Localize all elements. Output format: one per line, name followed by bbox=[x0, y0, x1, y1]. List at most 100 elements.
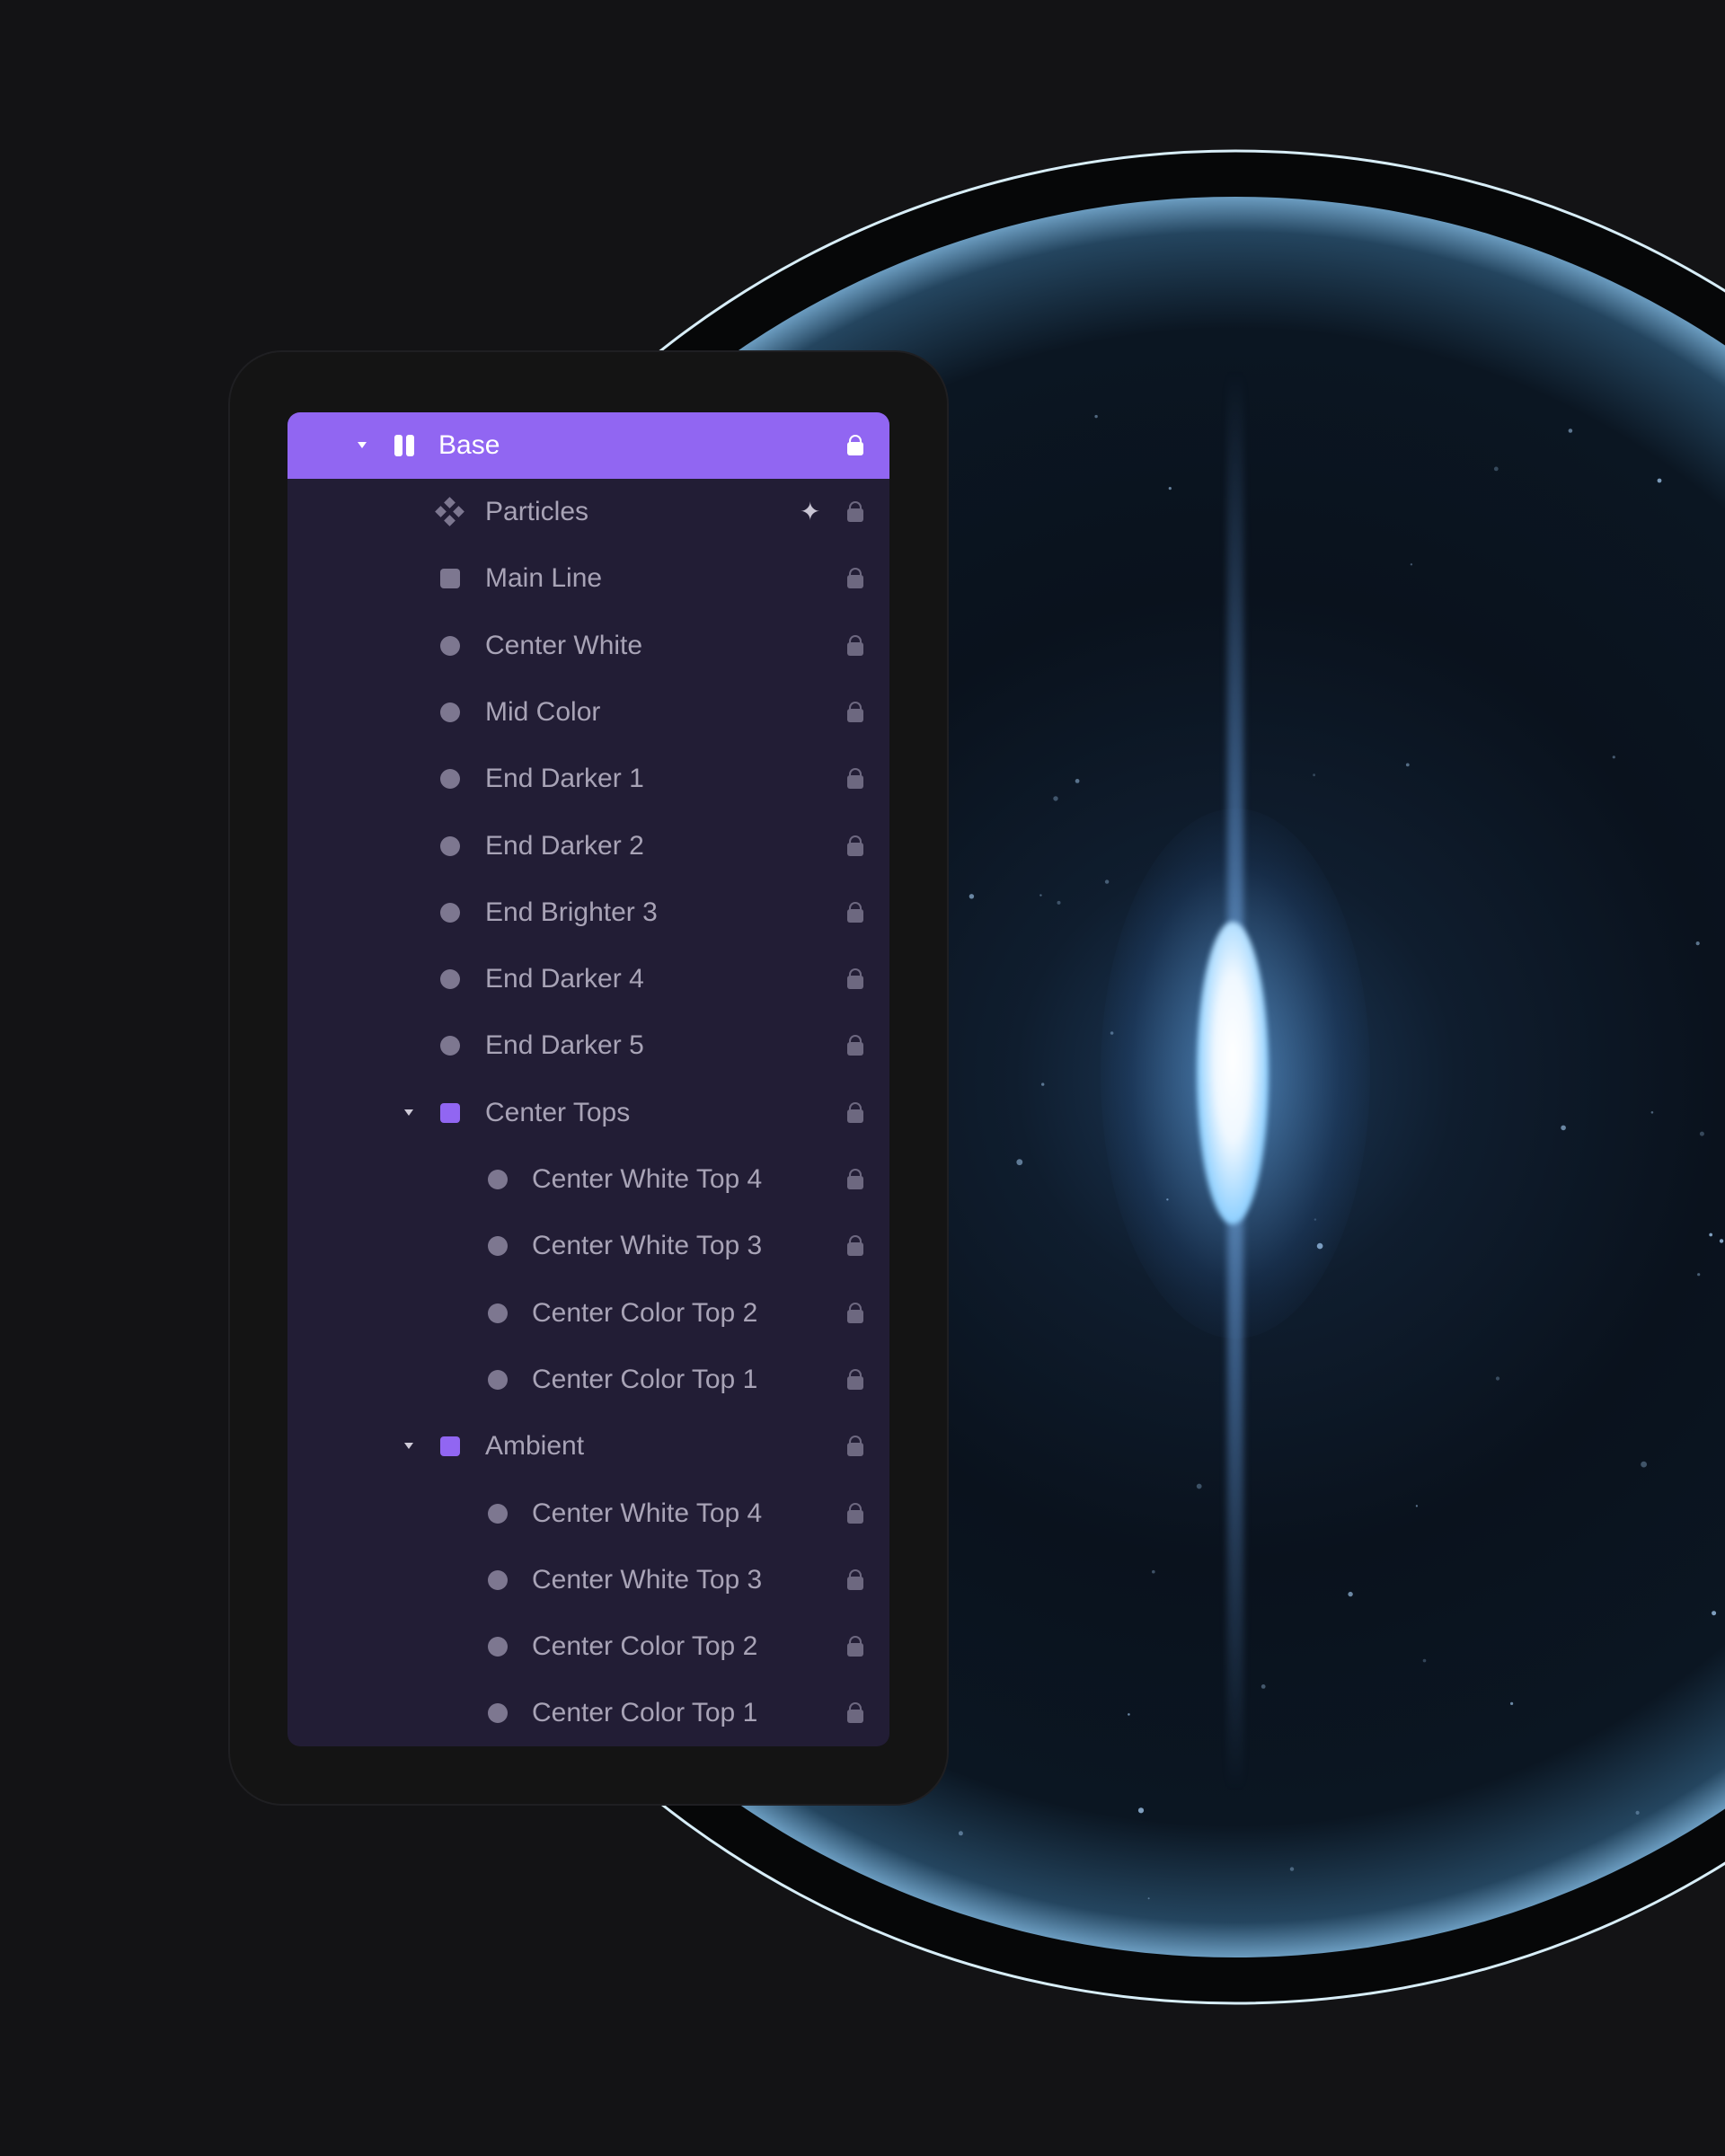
caret-down-icon[interactable] bbox=[358, 442, 367, 448]
layer-row-base[interactable]: Base bbox=[288, 412, 889, 479]
lock-icon[interactable] bbox=[847, 501, 863, 523]
star bbox=[1719, 1239, 1724, 1243]
circle-icon bbox=[488, 1637, 508, 1657]
circle-icon bbox=[440, 1036, 460, 1056]
lock-icon[interactable] bbox=[847, 1636, 863, 1657]
layer-row[interactable]: Center White bbox=[288, 613, 889, 679]
star bbox=[1422, 1658, 1427, 1663]
lock-icon[interactable] bbox=[847, 1502, 863, 1524]
layer-row[interactable]: Center Color Top 1 bbox=[288, 1347, 889, 1413]
layer-label: Mid Color bbox=[485, 696, 601, 727]
layer-row[interactable]: Particles ✦ bbox=[288, 479, 889, 545]
lock-icon[interactable] bbox=[847, 1235, 863, 1257]
star bbox=[1695, 941, 1700, 946]
layer-row[interactable]: End Brighter 3 bbox=[288, 879, 889, 946]
star bbox=[1039, 894, 1042, 897]
layer-row[interactable]: Center White Top 3 bbox=[288, 1213, 889, 1279]
star bbox=[1094, 414, 1098, 419]
layer-row[interactable]: Center Color Top 2 bbox=[288, 1613, 889, 1680]
star bbox=[1561, 1125, 1566, 1131]
layer-label: Center Tops bbox=[485, 1097, 631, 1127]
star bbox=[1196, 1483, 1202, 1489]
layer-label: Ambient bbox=[485, 1431, 585, 1462]
star bbox=[1410, 563, 1413, 566]
lock-icon[interactable] bbox=[847, 701, 863, 723]
star bbox=[1635, 1810, 1640, 1815]
circle-icon bbox=[488, 1703, 508, 1724]
layer-row[interactable]: Center Tops bbox=[288, 1080, 889, 1146]
circle-icon bbox=[440, 835, 460, 856]
circle-icon bbox=[488, 1303, 508, 1323]
lock-icon[interactable] bbox=[847, 835, 863, 857]
star bbox=[1641, 1461, 1647, 1468]
circle-icon bbox=[440, 769, 460, 790]
lock-icon[interactable] bbox=[847, 1368, 863, 1391]
star bbox=[1261, 1684, 1266, 1689]
lock-icon[interactable] bbox=[847, 1169, 863, 1190]
lock-icon[interactable] bbox=[847, 1436, 863, 1457]
star bbox=[1495, 1376, 1500, 1381]
layer-label: Particles bbox=[485, 497, 589, 526]
layer-label: End Brighter 3 bbox=[485, 897, 658, 927]
layer-row[interactable]: End Darker 4 bbox=[288, 946, 889, 1012]
layer-label: Base bbox=[438, 430, 500, 460]
layer-row[interactable]: Center Color Top 1 bbox=[288, 1680, 889, 1746]
lock-icon[interactable] bbox=[847, 1101, 863, 1124]
layer-row[interactable]: Center White Top 4 bbox=[288, 1146, 889, 1213]
circle-icon bbox=[488, 1236, 508, 1257]
caret-down-icon[interactable] bbox=[404, 1109, 413, 1116]
star bbox=[1657, 478, 1662, 483]
lock-icon[interactable] bbox=[847, 1568, 863, 1591]
layer-label: Center White Top 3 bbox=[532, 1564, 763, 1595]
star bbox=[1147, 1897, 1150, 1900]
layer-label: End Darker 5 bbox=[485, 1030, 644, 1061]
star bbox=[1104, 879, 1110, 884]
star bbox=[969, 894, 975, 899]
lock-icon[interactable] bbox=[847, 768, 863, 790]
star bbox=[1137, 1807, 1145, 1814]
caret-down-icon[interactable] bbox=[404, 1443, 413, 1450]
star bbox=[1168, 487, 1172, 490]
circle-icon bbox=[440, 635, 460, 656]
layer-label: Center White Top 4 bbox=[532, 1498, 763, 1528]
layer-label: Main Line bbox=[485, 563, 603, 594]
group-icon bbox=[440, 1436, 460, 1457]
lock-icon[interactable] bbox=[847, 634, 863, 657]
lock-icon[interactable] bbox=[847, 968, 863, 990]
circle-icon bbox=[488, 1503, 508, 1524]
layer-row[interactable]: End Darker 2 bbox=[288, 813, 889, 879]
layer-label: Center Color Top 1 bbox=[532, 1698, 758, 1728]
lock-icon[interactable] bbox=[847, 1302, 863, 1324]
star bbox=[1075, 779, 1080, 783]
star bbox=[958, 1831, 963, 1836]
particles-icon bbox=[435, 497, 464, 526]
layer-label: Center White bbox=[485, 630, 643, 660]
layer-row[interactable]: End Darker 1 bbox=[288, 746, 889, 812]
lock-icon[interactable] bbox=[847, 901, 863, 923]
layer-label: Center Color Top 2 bbox=[532, 1297, 758, 1328]
layer-row[interactable]: Center White Top 4 bbox=[288, 1480, 889, 1547]
star bbox=[1041, 1082, 1045, 1086]
layer-row[interactable]: Center Color Top 2 bbox=[288, 1280, 889, 1347]
star bbox=[1128, 1713, 1130, 1716]
star bbox=[1712, 1611, 1717, 1616]
star bbox=[1650, 1111, 1654, 1114]
lock-icon[interactable] bbox=[847, 1035, 863, 1056]
center-white-glow bbox=[1197, 922, 1269, 1224]
star bbox=[1612, 755, 1615, 759]
star bbox=[1510, 1701, 1514, 1705]
layer-row[interactable]: Center White Top 3 bbox=[288, 1547, 889, 1613]
lock-icon[interactable] bbox=[847, 568, 863, 589]
layer-row[interactable]: Ambient bbox=[288, 1413, 889, 1480]
layer-label: End Darker 2 bbox=[485, 830, 644, 861]
sparkle-icon[interactable]: ✦ bbox=[800, 479, 820, 545]
layer-row[interactable]: Mid Color bbox=[288, 679, 889, 746]
layer-label: Center Color Top 1 bbox=[532, 1364, 758, 1394]
lock-icon[interactable] bbox=[847, 1702, 863, 1724]
circle-icon bbox=[440, 702, 460, 722]
star bbox=[1568, 429, 1573, 433]
lock-icon[interactable] bbox=[847, 435, 863, 456]
circle-icon bbox=[488, 1369, 508, 1390]
layer-row[interactable]: Main Line bbox=[288, 545, 889, 612]
layer-row[interactable]: End Darker 5 bbox=[288, 1012, 889, 1079]
